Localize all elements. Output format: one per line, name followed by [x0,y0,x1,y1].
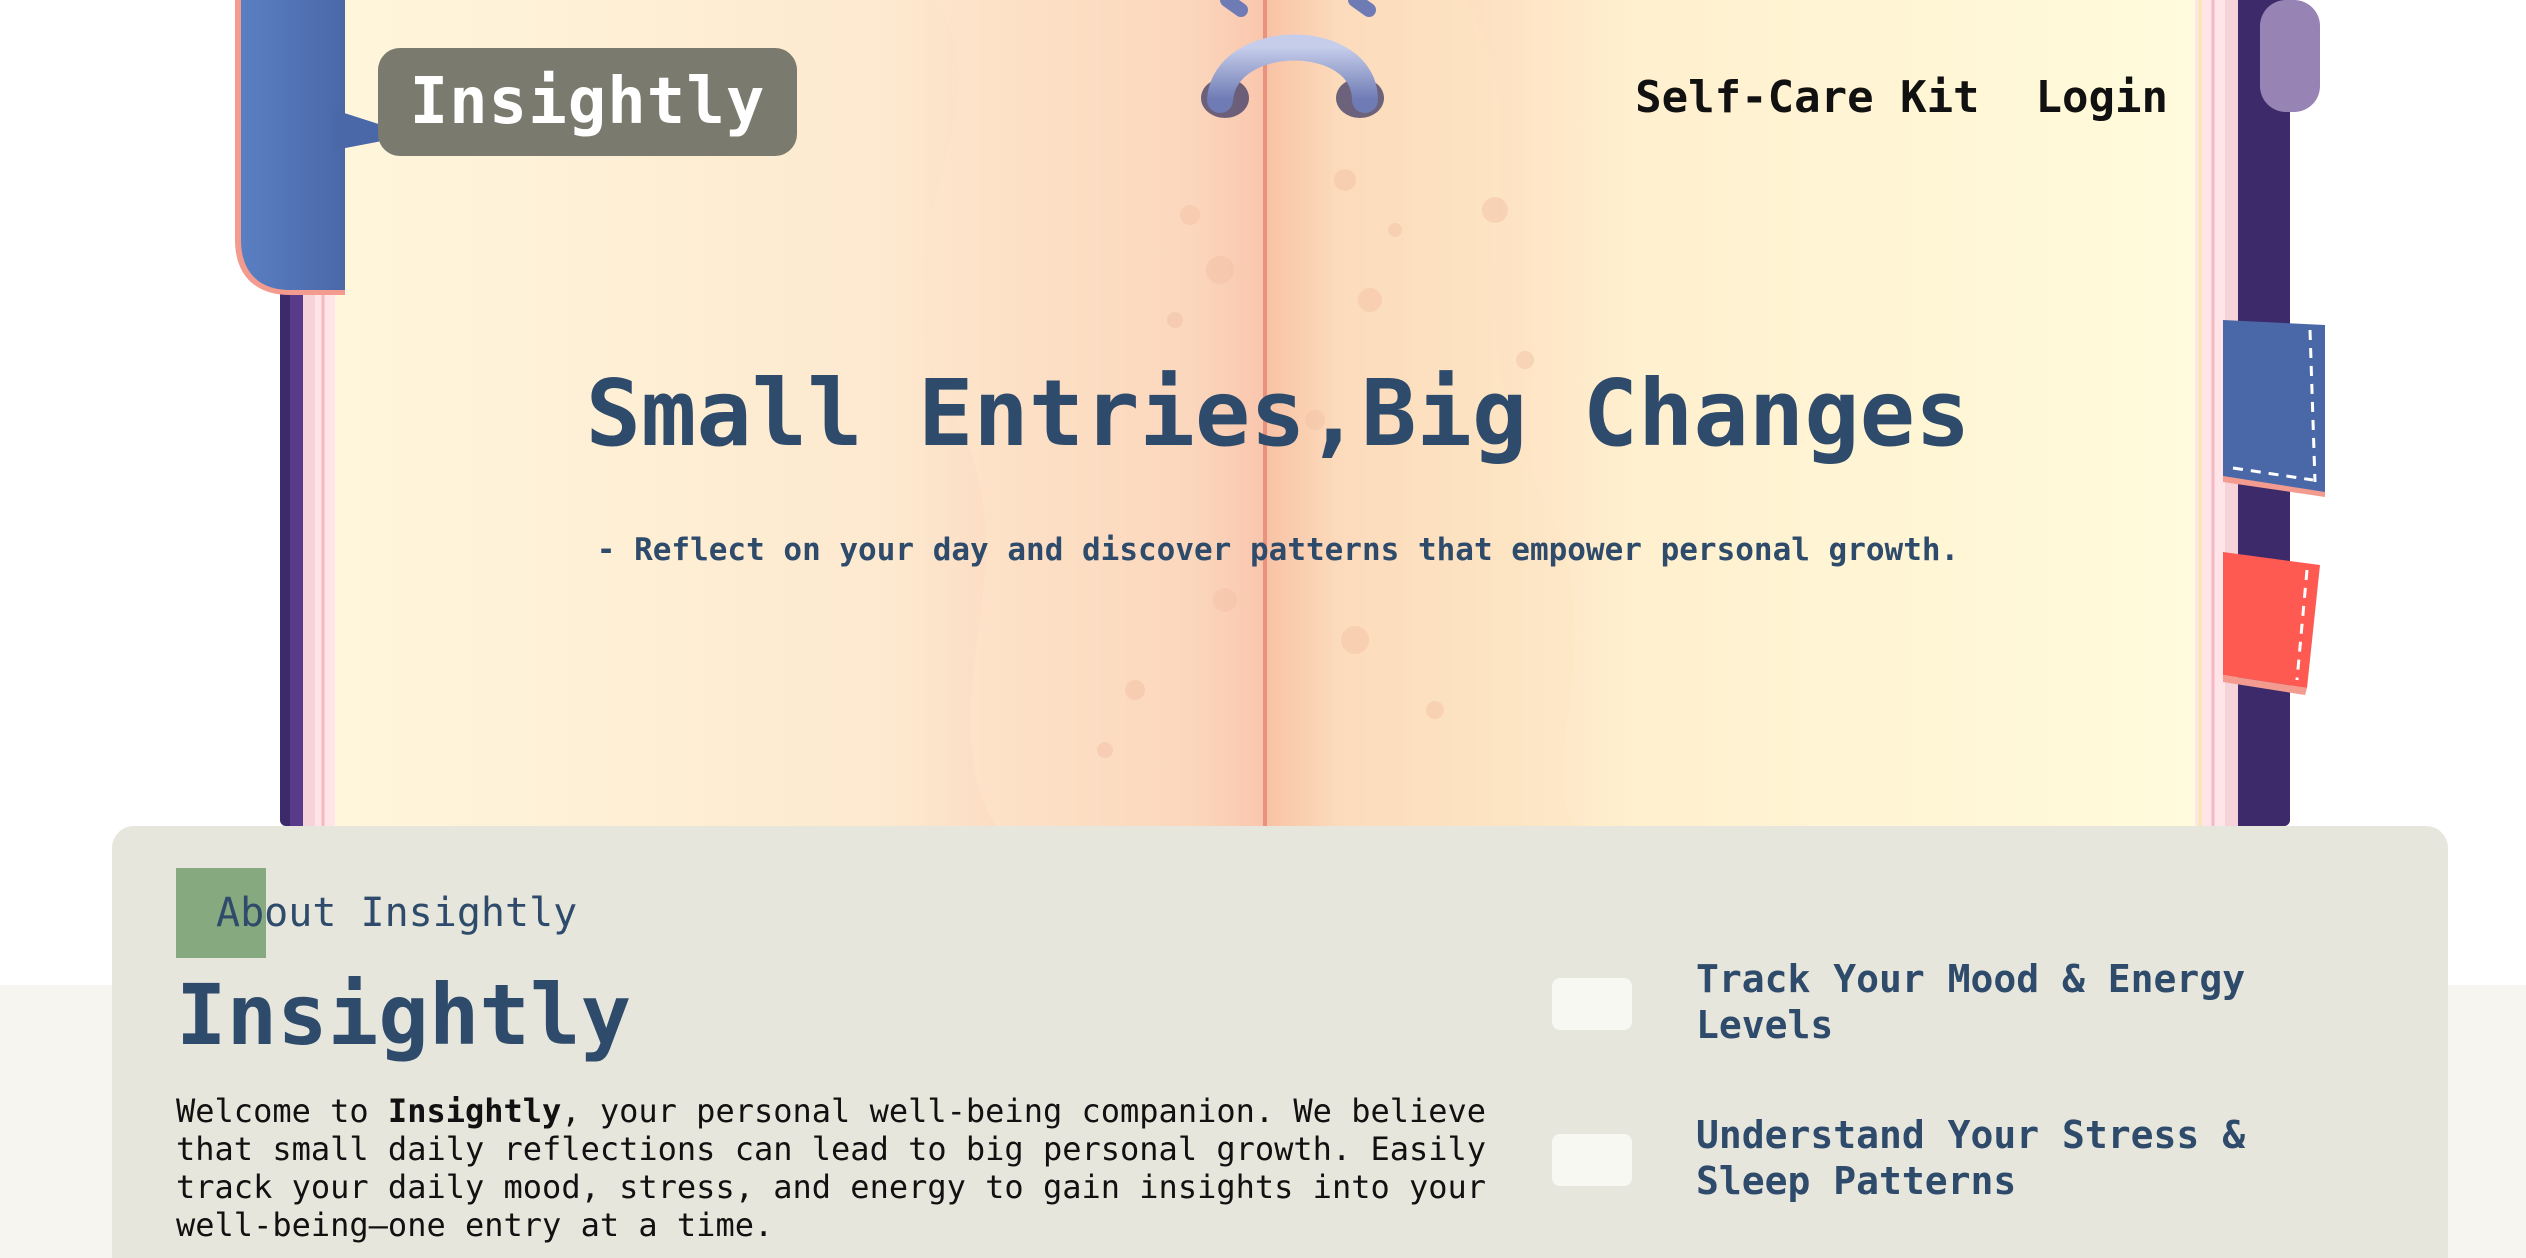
main-nav: Self-Care Kit Login [1635,72,2168,123]
hero-subtitle: - Reflect on your day and discover patte… [596,532,1960,568]
logo-badge[interactable]: Insightly [378,48,797,156]
feature-label: Track Your Mood & Energy Levels [1696,957,2246,1047]
feature-checkbox[interactable] [1552,1134,1632,1186]
about-body-brand: Insightly [387,1092,562,1130]
about-card: About Insightly Insightly Welcome to Ins… [112,826,2448,1258]
page: Insightly Self-Care Kit Login Small Entr… [0,0,2526,1258]
bookmark-red-icon [2223,552,2320,695]
about-heading: Insightly [176,966,632,1064]
nav-login[interactable]: Login [2036,72,2168,123]
feature-item: Understand Your Stress & Sleep Patterns [1552,1112,2412,1258]
feature-label: Understand Your Stress & Sleep Patterns [1696,1113,2246,1203]
nav-self-care-kit[interactable]: Self-Care Kit [1635,72,1979,123]
about-tag-label: About Insightly [216,890,578,936]
hero-title: Small Entries,Big Changes [585,360,1971,467]
about-tag: About Insightly [176,868,577,958]
about-body-prefix: Welcome to [176,1092,388,1130]
feature-list: Track Your Mood & Energy Levels Understa… [1552,956,2412,1258]
feature-checkbox[interactable] [1552,978,1632,1030]
logo-text: Insightly [409,65,766,139]
about-body: Welcome to Insightly, your personal well… [176,1092,1536,1244]
feature-item: Track Your Mood & Energy Levels [1552,956,2412,1112]
